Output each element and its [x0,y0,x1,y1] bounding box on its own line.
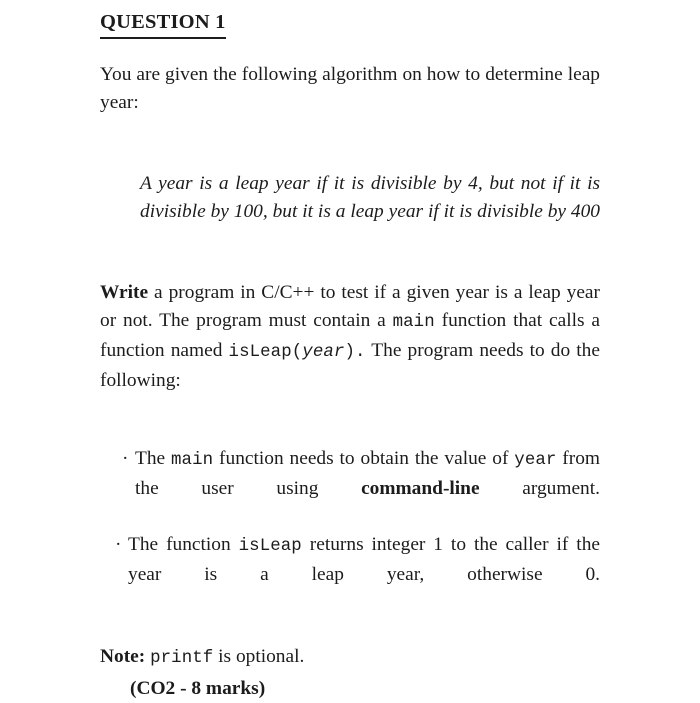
list-item: · The function isLeap returns integer 1 t… [115,531,600,617]
code-main-bullet: main [171,450,214,470]
bullet-1-text-4: argument. [479,477,600,499]
bullet-dot-icon: · [122,447,129,469]
task-paragraph: Write a program in C/C++ to test if a gi… [100,279,600,423]
intro-paragraph-text: You are given the following algorithm on… [100,63,600,113]
code-main-inline: main [392,312,435,332]
algorithm-quote: A year is a leap year if it is divisible… [140,170,600,254]
code-printf: printf [150,648,214,668]
note-line: Note: printf is optional. [100,643,600,673]
requirements-list: · The main function needs to obtain the v… [100,445,600,617]
page-title: QUESTION 1 [100,0,600,39]
bullet-1-bold: command-line [361,477,480,499]
code-year-param: year [302,342,345,362]
intro-paragraph: You are given the following algorithm on… [100,61,600,145]
marks-line: (CO2 - 8 marks) [130,675,600,703]
bullet-1-text-2: function needs to obtain the value of [213,447,515,469]
code-isleap-close: ). [344,342,366,362]
code-isleap-open: isLeap( [228,342,303,362]
page-title-text: QUESTION 1 [100,10,226,39]
note-label: Note: [100,645,146,667]
document-page: QUESTION 1 You are given the following a… [0,0,700,699]
task-write-bold: Write [100,281,149,303]
bullet-dot-icon: · [115,533,122,555]
document-body: QUESTION 1 You are given the following a… [100,0,600,703]
code-isleap-bullet: isLeap [238,536,302,556]
bullet-2-text-1: The function [128,533,239,555]
bullet-1-text-1: The [135,447,172,469]
list-item: · The main function needs to obtain the v… [122,445,600,531]
code-year-bullet: year [514,450,557,470]
algorithm-quote-text: A year is a leap year if it is divisible… [140,172,600,222]
note-text: is optional. [213,645,305,667]
marks-text: (CO2 - 8 marks) [130,677,266,699]
